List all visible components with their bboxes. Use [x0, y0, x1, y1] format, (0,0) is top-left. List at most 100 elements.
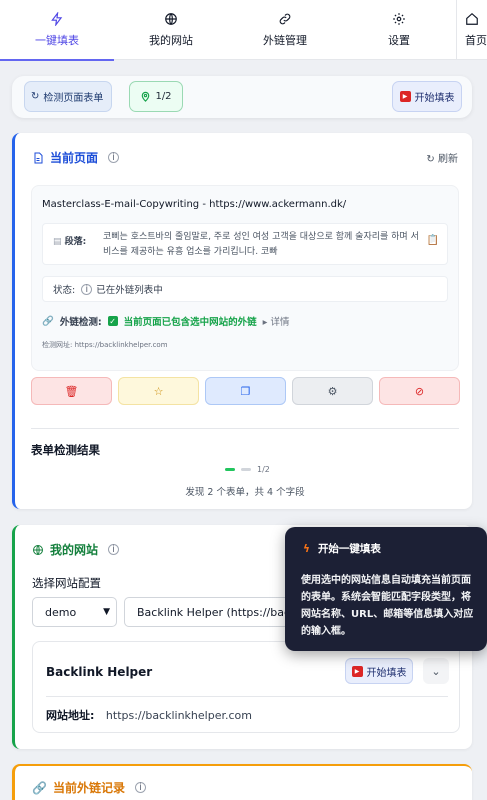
star-icon: ☆	[153, 384, 164, 398]
chevron-down-icon: ▼	[103, 607, 110, 617]
paragraph-block: ▤ 段落: 코삐는 호스트바의 줄임말로, 주로 성인 여성 고객을 대상으로 …	[42, 223, 448, 265]
tab-label: 一键填表	[35, 34, 79, 47]
record-title: 当前外链记录	[52, 781, 125, 795]
link-icon	[279, 13, 291, 25]
caret-right-icon: ▸	[262, 317, 268, 328]
site-address-row: 网站地址: https://backlinkhelper.com	[46, 707, 252, 723]
detect-url-text: 检测网址: https://backlinkhelper.com	[42, 341, 168, 349]
link-check-text: 当前页面已包含选中网站的外链	[123, 317, 257, 328]
chevron-down-icon: ⌄	[431, 664, 441, 678]
tab-my-sites[interactable]: 我的网站	[114, 0, 228, 60]
site-name: Backlink Helper	[46, 665, 153, 679]
bolt-icon: ϟ	[303, 542, 310, 555]
start-fill-tooltip: ϟ 开始一键填表 使用选中的网站信息自动填充当前页面的表单。系统会智能匹配字段类…	[285, 527, 487, 651]
page-actions: 🗑 ☆ ❐ ⚙ ⊘	[31, 377, 460, 405]
pager-dot-active	[225, 468, 235, 471]
site-address-value: https://backlinkhelper.com	[105, 709, 252, 722]
my-site-header: 我的网站 i	[32, 541, 120, 558]
play-icon: ▶	[351, 665, 363, 677]
expand-button[interactable]: ⌄	[423, 658, 449, 684]
detect-forms-button[interactable]: ↻ 检测页面表单	[24, 81, 112, 112]
info-icon: i	[81, 283, 93, 295]
divider	[31, 428, 459, 429]
refresh-button[interactable]: ↻ 刷新	[426, 150, 458, 165]
delete-button[interactable]: 🗑	[31, 377, 112, 405]
link-icon: 🔗	[32, 780, 47, 795]
site-address-label: 网站地址:	[46, 709, 95, 722]
clipboard-icon[interactable]: 📋	[427, 235, 439, 246]
link-check-label: 外链检测:	[59, 317, 102, 328]
current-link-record-card: 🔗 当前外链记录 i	[12, 764, 472, 800]
site-detail-box: Backlink Helper ▶ 开始填表 ⌄ 网站地址: https://b…	[32, 641, 460, 733]
tooltip-header: ϟ 开始一键填表	[303, 541, 381, 556]
copy-icon: ❐	[240, 384, 251, 398]
tooltip-body: 使用选中的网站信息自动填充当前页面的表单。系统会智能匹配字段类型，将网站名称、U…	[301, 575, 474, 637]
form-counter-button[interactable]: 1/2	[129, 81, 183, 112]
paragraph-text: 코삐는 호스트바의 줄임말로, 주로 성인 여성 고객을 대상으로 함께 술자리…	[103, 232, 419, 257]
tab-label: 首页	[465, 34, 487, 47]
page-info-box: Masterclass-E-mail-Copywriting - https:/…	[31, 185, 459, 371]
status-text: 已在外链列表中	[96, 285, 163, 296]
current-page-card: 当前页面 i ↻ 刷新 Masterclass-E-mail-Copywriti…	[12, 133, 472, 509]
document-icon	[34, 152, 43, 163]
details-toggle[interactable]: ▸ 详情	[263, 314, 290, 328]
info-icon[interactable]: i	[108, 152, 120, 163]
info-icon[interactable]: i	[134, 782, 146, 793]
favorite-button[interactable]: ☆	[118, 377, 199, 405]
current-page-title: 当前页面	[50, 151, 99, 165]
start-fill-button[interactable]: ▶ 开始填表	[392, 81, 462, 112]
site-start-fill-button[interactable]: ▶ 开始填表	[345, 658, 413, 684]
config-select[interactable]: demo ▼	[32, 597, 117, 627]
check-icon: ✓	[107, 316, 118, 326]
tab-label: 设置	[388, 34, 410, 47]
form-results-title: 表单检测结果	[31, 443, 100, 457]
my-site-title: 我的网站	[50, 543, 99, 557]
start-fill-label: 开始填表	[414, 93, 455, 104]
block-button[interactable]: ⊘	[379, 377, 460, 405]
status-row: 状态: i 已在外链列表中	[42, 276, 448, 302]
result-pager[interactable]: 1/2	[225, 465, 270, 474]
tab-link-management[interactable]: 外链管理	[228, 0, 342, 60]
copy-button[interactable]: ❐	[205, 377, 286, 405]
form-results-summary: 发现 2 个表单，共 4 个字段	[185, 487, 305, 498]
tab-one-click-fill[interactable]: 一键填表	[0, 0, 114, 61]
paragraph-icon: ▤	[53, 237, 62, 247]
info-icon[interactable]: i	[108, 544, 120, 555]
play-icon: ▶	[399, 91, 411, 102]
globe-icon	[33, 544, 43, 555]
status-label: 状态:	[53, 285, 76, 296]
page-title-url: Masterclass-E-mail-Copywriting - https:/…	[42, 199, 347, 210]
map-pin-icon	[142, 91, 150, 102]
link-check-row: 🔗 外链检测: ✓ 当前页面已包含选中网站的外链 ▸ 详情	[42, 314, 290, 329]
pager-dot	[241, 468, 251, 471]
current-page-header: 当前页面 i	[32, 149, 120, 166]
globe-icon	[165, 13, 177, 25]
bolt-icon	[51, 12, 63, 26]
gear-icon: ⚙	[327, 384, 338, 398]
paragraph-label: ▤ 段落:	[53, 234, 86, 247]
tab-label: 外链管理	[263, 34, 307, 47]
pager-label: 1/2	[257, 465, 270, 474]
home-icon	[466, 12, 478, 25]
site-start-fill-label: 开始填表	[366, 667, 407, 679]
top-nav: 一键填表 我的网站 外链管理 设置 首页	[0, 0, 487, 61]
gear-icon	[393, 13, 405, 25]
tab-label: 我的网站	[149, 34, 193, 47]
config-select-value: demo	[45, 605, 77, 619]
refresh-icon: ↻	[426, 154, 435, 165]
refresh-label: 刷新	[438, 154, 458, 165]
details-label: 详情	[270, 317, 290, 328]
trash-icon: 🗑	[64, 384, 79, 398]
select-config-label: 选择网站配置	[32, 576, 101, 590]
settings-button[interactable]: ⚙	[292, 377, 373, 405]
refresh-icon: ↻	[31, 91, 40, 102]
record-header: 🔗 当前外链记录 i	[32, 779, 146, 796]
link-icon: 🔗	[42, 315, 54, 327]
detect-forms-label: 检测页面表单	[43, 93, 104, 104]
form-counter-label: 1/2	[155, 91, 172, 102]
tab-settings[interactable]: 设置	[342, 0, 456, 60]
action-toolbar: ↻ 检测页面表单 1/2 ▶ 开始填表	[12, 76, 472, 118]
tab-home[interactable]: 首页	[456, 0, 487, 60]
tooltip-title: 开始一键填表	[317, 543, 381, 555]
paragraph-label-text: 段落:	[64, 237, 87, 247]
